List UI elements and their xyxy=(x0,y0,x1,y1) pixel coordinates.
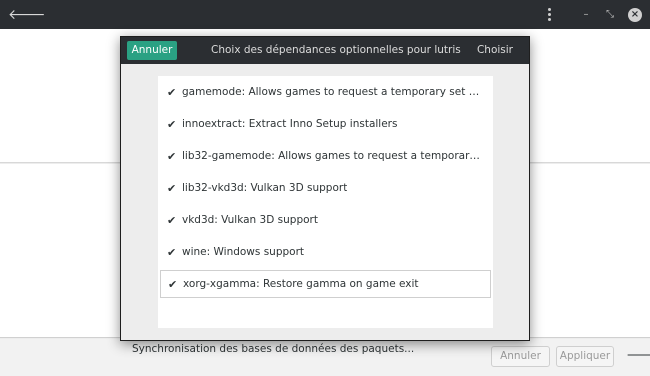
main-header-bar: 🡐 – ⤡ × xyxy=(0,0,650,29)
list-item-selected[interactable]: ✔ xorg-xgamma: Restore gamma on game exi… xyxy=(160,270,491,298)
back-button[interactable]: 🡐 xyxy=(8,5,46,25)
close-button[interactable]: × xyxy=(628,7,642,22)
list-item-label: gamemode: Allows games to request a temp… xyxy=(182,86,482,98)
next-button[interactable]: 🡒 xyxy=(626,347,650,365)
maximize-button[interactable]: ⤡ xyxy=(598,5,622,25)
list-item[interactable]: ✔ vkd3d: Vulkan 3D support xyxy=(160,206,491,234)
dialog-title: Choix des dépendances optionnelles pour … xyxy=(211,44,461,56)
dialog-cancel-button[interactable]: Annuler xyxy=(127,41,177,60)
list-item[interactable]: ✔ wine: Windows support xyxy=(160,238,491,266)
maximize-icon: ⤡ xyxy=(606,8,614,20)
checkmark-icon: ✔ xyxy=(167,213,177,227)
sync-status-text: Synchronisation des bases de données des… xyxy=(132,343,415,355)
list-item-label: xorg-xgamma: Restore gamma on game exit xyxy=(183,278,419,290)
minimize-button[interactable]: – xyxy=(574,5,598,25)
list-item-label: lib32-gamemode: Allows games to request … xyxy=(182,150,482,162)
list-item-label: lib32-vkd3d: Vulkan 3D support xyxy=(182,182,348,194)
minimize-icon: – xyxy=(583,8,589,20)
list-item-label: wine: Windows support xyxy=(182,246,305,258)
menu-button[interactable] xyxy=(540,5,558,25)
checkmark-icon: ✔ xyxy=(167,85,177,99)
list-item-label: vkd3d: Vulkan 3D support xyxy=(182,214,318,226)
dialog-header: Annuler Choix des dépendances optionnell… xyxy=(121,37,529,64)
list-item[interactable]: ✔ lib32-vkd3d: Vulkan 3D support xyxy=(160,174,491,202)
checkmark-icon: ✔ xyxy=(167,149,177,163)
arrow-right-icon: 🡒 xyxy=(626,348,650,363)
checkmark-icon: ✔ xyxy=(167,117,177,131)
cancel-button[interactable]: Annuler xyxy=(491,346,550,367)
optional-deps-dialog: Annuler Choix des dépendances optionnell… xyxy=(120,36,530,341)
list-item[interactable]: ✔ gamemode: Allows games to request a te… xyxy=(160,78,491,106)
checkmark-icon: ✔ xyxy=(168,277,178,291)
checkmark-icon: ✔ xyxy=(167,245,177,259)
list-item[interactable]: ✔ innoextract: Extract Inno Setup instal… xyxy=(160,110,491,138)
dependency-list: ✔ gamemode: Allows games to request a te… xyxy=(158,76,493,328)
dialog-choose-button[interactable]: Choisir xyxy=(477,37,513,64)
vertical-dots-icon xyxy=(547,8,551,11)
list-item-label: innoextract: Extract Inno Setup installe… xyxy=(182,118,398,130)
checkmark-icon: ✔ xyxy=(167,181,177,195)
close-icon: × xyxy=(630,8,640,20)
arrow-left-icon: 🡐 xyxy=(8,7,46,23)
list-item[interactable]: ✔ lib32-gamemode: Allows games to reques… xyxy=(160,142,491,170)
apply-button[interactable]: Appliquer xyxy=(556,346,614,367)
